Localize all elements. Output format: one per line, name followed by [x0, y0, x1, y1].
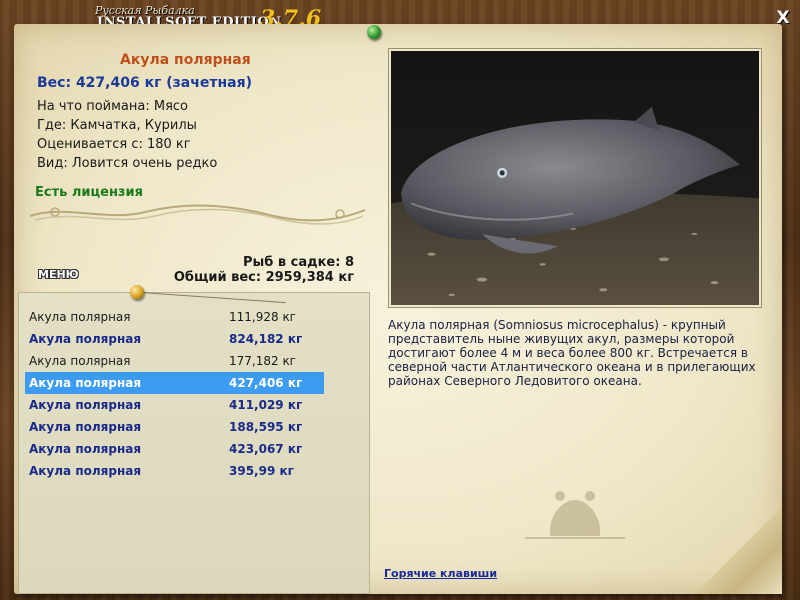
catch-list-row[interactable]: Акула полярная 824,182 кг	[25, 328, 324, 350]
catch-fish-weight: 111,928 кг	[229, 310, 296, 324]
pushpin-gold-icon	[130, 285, 144, 299]
catch-fish-weight: 177,182 кг	[229, 354, 296, 368]
fish-description: Акула полярная (Somniosus microcephalus)…	[388, 318, 756, 388]
catch-fish-weight: 188,595 кг	[229, 420, 303, 434]
caught-on: На что поймана: Мясо	[37, 99, 189, 114]
keepnet-total: Общий вес: 2959,384 кг	[173, 270, 354, 285]
fish-trophy-icon	[525, 491, 625, 539]
catch-fish-name: Акула полярная	[29, 354, 131, 368]
shark-photo	[391, 51, 759, 305]
catch-list-row[interactable]: Акула полярная 111,928 кг	[25, 306, 324, 328]
ornament-divider-icon	[29, 204, 366, 225]
keepnet-count: Рыб в садке: 8	[242, 255, 354, 270]
catch-fish-weight: 427,406 кг	[229, 376, 303, 390]
catch-list-row[interactable]: Акула полярная 395,99 кг	[25, 460, 324, 482]
catch-list: Акула полярная 111,928 кг Акула полярная 82…	[25, 306, 324, 482]
catch-fish-weight: 395,99 кг	[229, 464, 294, 478]
fish-weight: Вес: 427,406 кг (зачетная)	[37, 75, 252, 91]
catch-fish-name: Акула полярная	[29, 376, 142, 390]
catch-list-row[interactable]: Акула полярная 188,595 кг	[25, 416, 324, 438]
rated-from: Оценивается с: 180 кг	[37, 137, 191, 152]
catch-list-row[interactable]: Акула полярная 177,182 кг	[25, 350, 324, 372]
fish-info: На что поймана: Мясо Где: Камчатка, Кури…	[37, 97, 217, 173]
catch-fish-weight: 824,182 кг	[229, 332, 303, 346]
catch-fish-name: Акула полярная	[29, 332, 142, 346]
hotkeys-link[interactable]: Горячие клавиши	[384, 567, 497, 580]
catch-list-row[interactable]: Акула полярная 411,029 кг	[25, 394, 324, 416]
catch-list-row[interactable]: Акула полярная 423,067 кг	[25, 438, 324, 460]
fish-name: Акула полярная	[120, 52, 251, 68]
catch-fish-name: Акула полярная	[29, 464, 142, 478]
license-status: Есть лицензия	[35, 185, 143, 200]
rarity: Вид: Ловится очень редко	[37, 156, 218, 171]
catch-list-row[interactable]: Акула полярная 427,406 кг	[25, 372, 324, 394]
catch-fish-weight: 423,067 кг	[229, 442, 303, 456]
catch-fish-name: Акула полярная	[29, 442, 142, 456]
catch-fish-name: Акула полярная	[29, 420, 142, 434]
catch-fish-weight: 411,029 кг	[229, 398, 303, 412]
catch-fish-name: Акула полярная	[29, 310, 131, 324]
keepnet-summary: Рыб в садке: 8 Общий вес: 2959,384 кг	[174, 255, 354, 285]
catch-list-panel: Акула полярная 111,928 кг Акула полярная 82…	[18, 292, 370, 594]
pushpin-icon	[367, 25, 381, 39]
catch-fish-name: Акула полярная	[29, 398, 142, 412]
menu-button[interactable]: МЕНЮ	[38, 268, 79, 281]
page-curl	[697, 509, 782, 594]
fish-photo-frame	[388, 48, 762, 308]
location: Где: Камчатка, Курилы	[37, 118, 197, 133]
